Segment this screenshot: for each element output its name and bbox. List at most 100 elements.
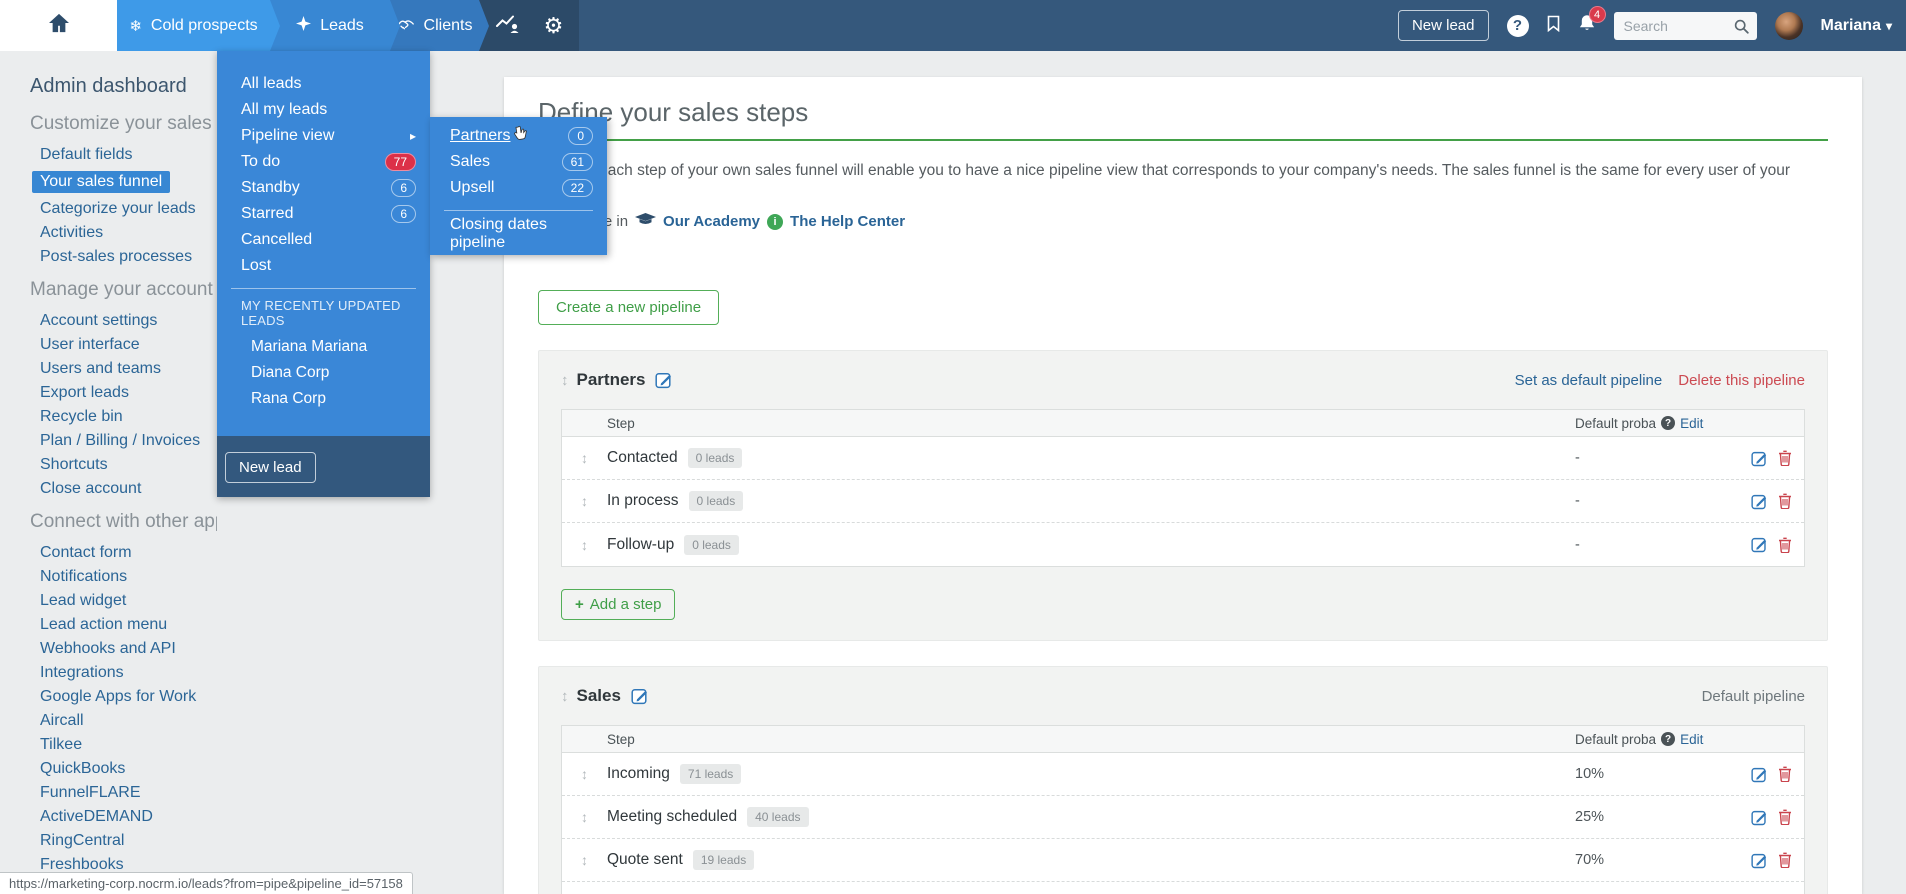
tab-cold-prospects[interactable]: ❄ Cold prospects [117,0,280,51]
recent-lead-item[interactable]: Rana Corp [217,386,430,412]
sidebar-item-activities[interactable]: Activities [40,225,217,241]
sidebar-item-recycle-bin[interactable]: Recycle bin [40,409,217,425]
help-center-link[interactable]: The Help Center [790,213,905,230]
submenu-item-sales[interactable]: Sales 61 [430,149,607,175]
sidebar-item-post-sales-processes[interactable]: Post-sales processes [40,249,217,265]
menu-new-lead-button[interactable]: New lead [225,452,316,483]
menu-item-all-leads[interactable]: All leads [217,71,430,97]
sidebar-item-aircall[interactable]: Aircall [40,713,217,729]
sidebar-item-notifications[interactable]: Notifications [40,569,217,585]
sidebar-item-ringcentral[interactable]: RingCentral [40,833,217,849]
leads-count-badge[interactable]: 0 leads [687,448,743,468]
leads-count-badge[interactable]: 19 leads [692,850,755,870]
delete-step-icon[interactable] [1778,537,1792,553]
user-menu[interactable]: Mariana ▾ [1821,17,1893,35]
drag-handle-icon[interactable]: ↕ [562,537,607,553]
menu-item-all-my-leads[interactable]: All my leads [217,97,430,123]
set-default-pipeline-link[interactable]: Set as default pipeline [1515,372,1663,389]
step-proba: 70% [1575,852,1605,868]
edit-step-icon[interactable] [1751,536,1768,553]
delete-step-icon[interactable] [1778,493,1792,509]
sidebar-item-close-account[interactable]: Close account [40,481,217,497]
edit-proba-link[interactable]: Edit [1680,416,1703,431]
sidebar-item-google-apps-for-work[interactable]: Google Apps for Work [40,689,217,705]
sidebar-item-funnelflare[interactable]: FunnelFLARE [40,785,217,801]
leads-count-badge[interactable]: 40 leads [747,807,809,827]
delete-step-icon[interactable] [1778,809,1792,825]
menu-item-pipeline-view[interactable]: Pipeline view ▸ [217,123,430,149]
leads-count-badge[interactable]: 71 leads [679,764,742,784]
delete-step-icon[interactable] [1778,450,1792,466]
delete-pipeline-link[interactable]: Delete this pipeline [1678,372,1805,389]
edit-step-icon[interactable] [1751,766,1768,783]
bookmark-icon[interactable] [1547,15,1560,37]
edit-step-icon[interactable] [1751,450,1768,467]
add-step-button[interactable]: + Add a step [561,589,676,620]
sidebar-item-your-sales-funnel[interactable]: Your sales funnel [32,171,171,193]
menu-item-standby[interactable]: Standby 6 [217,175,430,201]
sidebar-item-activedemand[interactable]: ActiveDEMAND [40,809,217,825]
drag-handle-icon[interactable]: ↕ [562,809,607,825]
question-icon[interactable]: ? [1661,732,1676,746]
menu-item-lost[interactable]: Lost [217,253,430,279]
sidebar-item-lead-widget[interactable]: Lead widget [40,593,217,609]
our-academy-link[interactable]: Our Academy [663,213,760,230]
avatar[interactable] [1774,11,1803,40]
sidebar-item-shortcuts[interactable]: Shortcuts [40,457,217,473]
menu-item-to-do[interactable]: To do 77 [217,149,430,175]
tab-leads[interactable]: Leads [270,0,400,51]
sidebar-item-categorize-your-leads[interactable]: Categorize your leads [40,201,217,217]
edit-step-icon[interactable] [1751,809,1768,826]
sidebar-item-users-and-teams[interactable]: Users and teams [40,361,217,377]
sidebar-item-webhooks-and-api[interactable]: Webhooks and API [40,641,217,657]
sidebar-item-tilkee[interactable]: Tilkee [40,737,217,753]
menu-item-starred[interactable]: Starred 6 [217,201,430,227]
drag-handle-icon[interactable]: ↕ [562,493,607,509]
drag-handle-icon[interactable]: ↕ [562,450,607,466]
count-badge: 6 [391,179,416,197]
delete-step-icon[interactable] [1778,852,1792,868]
recent-lead-item[interactable]: Mariana Mariana [217,334,430,360]
create-pipeline-button[interactable]: Create a new pipeline [538,290,720,325]
edit-proba-link[interactable]: Edit [1680,732,1703,747]
sidebar-item-account-settings[interactable]: Account settings [40,313,217,329]
sidebar-item-contact-form[interactable]: Contact form [40,545,217,561]
notifications-bell[interactable]: 4 [1578,6,1606,37]
new-lead-button[interactable]: New lead [1397,10,1489,41]
submenu-item-partners[interactable]: Partners 0 [430,123,607,149]
sidebar-item-default-fields[interactable]: Default fields [40,147,217,163]
sidebar-item-freshbooks[interactable]: Freshbooks [40,857,217,873]
submenu-item-upsell[interactable]: Upsell 22 [430,175,607,201]
gear-icon[interactable]: ⚙ [544,14,564,37]
help-icon[interactable]: ? [1506,14,1529,37]
tab-clients[interactable]: Clients [390,0,489,51]
mouse-cursor-hand-icon [513,124,531,148]
drag-handle-icon[interactable]: ↕ [562,766,607,782]
menu-item-cancelled[interactable]: Cancelled [217,227,430,253]
edit-step-icon[interactable] [1751,852,1768,869]
drag-handle-icon[interactable]: ↕ [561,688,569,705]
add-step-label: Add a step [589,596,662,613]
leads-count-badge[interactable]: 0 leads [684,534,739,555]
recent-lead-item[interactable]: Diana Corp [217,360,430,386]
sidebar-item-plan-billing-invoices[interactable]: Plan / Billing / Invoices [40,433,217,449]
drag-handle-icon[interactable]: ↕ [562,852,607,868]
edit-step-icon[interactable] [1751,493,1768,510]
submenu-item-closing-dates-pipeline[interactable]: Closing dates pipeline [430,216,607,251]
delete-step-icon[interactable] [1778,766,1792,782]
sidebar-item-export-leads[interactable]: Export leads [40,385,217,401]
search-icon[interactable] [1734,19,1749,39]
sidebar-item-quickbooks[interactable]: QuickBooks [40,761,217,777]
question-icon[interactable]: ? [1661,416,1676,430]
leads-count-badge[interactable]: 0 leads [688,491,744,511]
pipeline-view-submenu: Partners 0 Sales 61 Upsell 22 Closing da… [430,117,607,255]
home-button[interactable] [0,0,117,51]
sidebar-item-lead-action-menu[interactable]: Lead action menu [40,617,217,633]
sidebar-item-integrations[interactable]: Integrations [40,665,217,681]
edit-pipeline-icon[interactable] [631,687,649,705]
sidebar-item-user-interface[interactable]: User interface [40,337,217,353]
edit-pipeline-icon[interactable] [655,371,673,389]
statistics-icon[interactable] [495,14,520,38]
step-name: Meeting scheduled [607,808,738,825]
drag-handle-icon[interactable]: ↕ [561,372,569,389]
